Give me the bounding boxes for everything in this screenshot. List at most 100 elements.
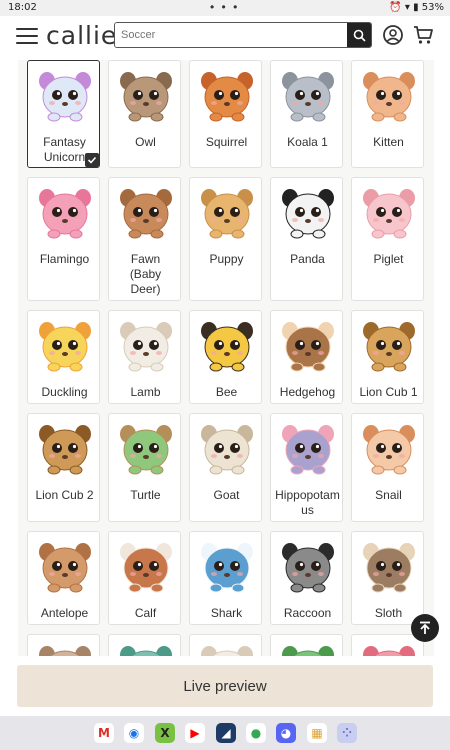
animal-thumbnail xyxy=(190,418,263,480)
animal-card[interactable]: Flamingo xyxy=(27,177,100,301)
animal-thumbnail xyxy=(352,418,425,480)
animal-card[interactable]: Fawn (Baby Deer) xyxy=(108,177,181,301)
animal-thumbnail xyxy=(271,315,344,377)
animal-card[interactable] xyxy=(189,634,262,656)
animal-thumbnail xyxy=(109,639,182,656)
animal-card[interactable]: Piglet xyxy=(351,177,424,301)
animal-label: Raccoon xyxy=(283,606,332,620)
youtube-icon[interactable]: ▶ xyxy=(185,723,205,743)
app-dock: M ◉ X ▶ ◢ ● ◕ ▦ ⁘ xyxy=(0,716,450,750)
animal-card[interactable]: Squirrel xyxy=(189,60,262,168)
animal-thumbnail xyxy=(190,182,263,244)
status-time: 18:02 xyxy=(8,2,37,13)
animal-card[interactable] xyxy=(27,634,100,656)
selected-check-icon xyxy=(85,153,99,167)
arrow-up-icon xyxy=(420,621,430,634)
animal-label: Lion Cub 2 xyxy=(35,488,94,502)
animal-card[interactable] xyxy=(270,634,343,656)
animal-label: Kitten xyxy=(373,135,404,149)
animal-card[interactable]: Snail xyxy=(351,413,424,522)
animal-thumbnail xyxy=(28,418,101,480)
animal-grid: Fantasy Unicorn Owl Squirrel Koala 1 Kitten F… xyxy=(18,60,434,656)
animal-label: Turtle xyxy=(130,488,161,502)
hamburger-menu-icon[interactable] xyxy=(16,28,38,46)
animal-thumbnail xyxy=(271,418,344,480)
animal-card[interactable]: Hippopotamus xyxy=(270,413,343,522)
scroll-to-top-button[interactable] xyxy=(411,614,439,642)
live-preview-button[interactable]: Live preview xyxy=(17,665,433,707)
animal-card[interactable] xyxy=(351,634,424,656)
animal-card[interactable]: Puppy xyxy=(189,177,262,301)
animal-label: Snail xyxy=(375,488,402,502)
battery-percent: 53% xyxy=(421,2,444,13)
animal-label: Piglet xyxy=(373,252,404,266)
animal-thumbnail xyxy=(109,65,182,127)
cart-icon[interactable] xyxy=(412,24,434,46)
animal-label: Fawn (Baby Deer) xyxy=(129,252,162,296)
animal-label: Shark xyxy=(210,606,243,620)
animal-label: Hedgehog xyxy=(279,385,336,399)
animal-card[interactable]: Lion Cub 2 xyxy=(27,413,100,522)
animal-thumbnail xyxy=(190,65,263,127)
animal-card[interactable]: Kitten xyxy=(351,60,424,168)
animal-card[interactable]: Lion Cub 1 xyxy=(351,310,424,404)
animal-label: Panda xyxy=(290,252,325,266)
animal-label: Flamingo xyxy=(39,252,90,266)
animal-label: Koala 1 xyxy=(287,135,328,149)
chrome-icon[interactable]: ◉ xyxy=(124,723,144,743)
animal-card[interactable]: Fantasy Unicorn xyxy=(27,60,100,168)
animal-card[interactable]: Raccoon xyxy=(270,531,343,625)
animal-card[interactable]: Shark xyxy=(189,531,262,625)
animal-card[interactable]: Antelope xyxy=(27,531,100,625)
animal-card[interactable] xyxy=(108,634,181,656)
discord-icon[interactable]: ◕ xyxy=(276,723,296,743)
animal-thumbnail xyxy=(109,536,182,598)
status-icons: ⏰ ▾ ▮ 53% xyxy=(389,2,444,13)
animal-label: Owl xyxy=(135,135,156,149)
animal-thumbnail xyxy=(352,315,425,377)
animal-thumbnail xyxy=(28,182,101,244)
animal-card[interactable]: Owl xyxy=(108,60,181,168)
animal-card[interactable]: Turtle xyxy=(108,413,181,522)
animal-card[interactable]: Calf xyxy=(108,531,181,625)
reader-app-icon[interactable]: ◢ xyxy=(216,723,236,743)
animal-thumbnail xyxy=(352,182,425,244)
animal-card[interactable]: Sloth xyxy=(351,531,424,625)
status-dots: • • • xyxy=(210,0,240,14)
search-input[interactable] xyxy=(115,23,347,47)
animal-thumbnail xyxy=(109,182,182,244)
animal-thumbnail xyxy=(28,65,101,127)
animal-label: Bee xyxy=(215,385,238,399)
brand-logo[interactable]: callie xyxy=(46,21,117,50)
animal-label: Squirrel xyxy=(205,135,248,149)
animal-label: Goat xyxy=(213,488,240,502)
animal-thumbnail xyxy=(352,65,425,127)
animal-card[interactable]: Bee xyxy=(189,310,262,404)
animal-card[interactable]: Goat xyxy=(189,413,262,522)
animal-card[interactable]: Lamb xyxy=(108,310,181,404)
animal-thumbnail xyxy=(271,536,344,598)
animal-label: Puppy xyxy=(209,252,244,266)
animal-thumbnail xyxy=(28,639,101,656)
animal-card[interactable]: Hedgehog xyxy=(270,310,343,404)
app-drawer-icon[interactable]: ⁘ xyxy=(337,723,357,743)
gallery-icon[interactable]: ▦ xyxy=(307,723,327,743)
animal-label: Antelope xyxy=(40,606,89,620)
maps-icon[interactable]: ● xyxy=(246,723,266,743)
animal-thumbnail xyxy=(352,536,425,598)
battery-icon: ▮ xyxy=(413,2,419,13)
animal-card[interactable]: Panda xyxy=(270,177,343,301)
animal-thumbnail xyxy=(271,65,344,127)
animal-thumbnail xyxy=(28,315,101,377)
animal-thumbnail xyxy=(28,536,101,598)
gmail-icon[interactable]: M xyxy=(94,723,114,743)
animal-card[interactable]: Koala 1 xyxy=(270,60,343,168)
search-icon xyxy=(353,29,366,42)
account-icon[interactable] xyxy=(382,24,404,46)
animal-thumbnail xyxy=(271,639,344,656)
animal-thumbnail xyxy=(109,315,182,377)
animal-thumbnail xyxy=(109,418,182,480)
search-button[interactable] xyxy=(347,23,371,47)
x-app-icon[interactable]: X xyxy=(155,723,175,743)
animal-card[interactable]: Duckling xyxy=(27,310,100,404)
